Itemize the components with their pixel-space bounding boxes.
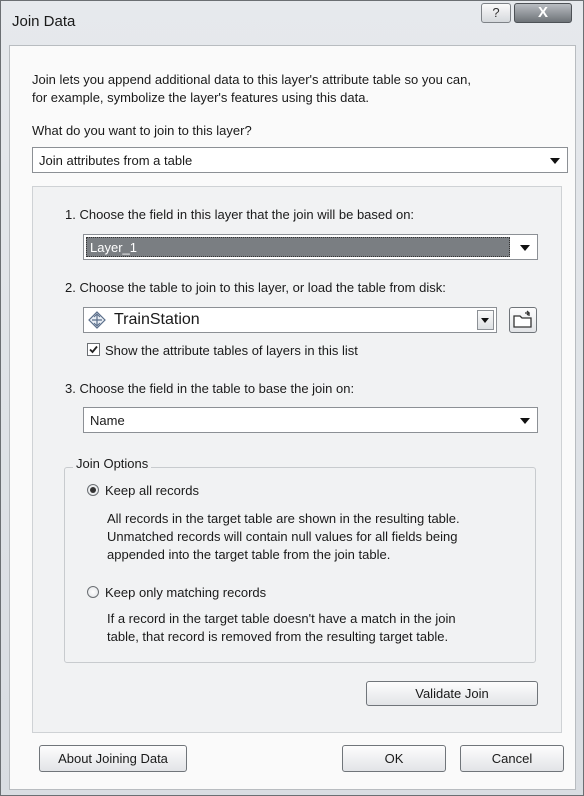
keep-all-radio[interactable] — [87, 484, 99, 496]
show-tables-checkbox[interactable] — [87, 343, 100, 356]
cancel-button[interactable]: Cancel — [460, 745, 564, 772]
step1-label: 1. Choose the field in this layer that t… — [65, 207, 415, 222]
help-icon: ? — [492, 5, 500, 20]
join-field-dropdown[interactable]: Name — [83, 407, 538, 433]
intro-text-line2: for example, symbolize the layer's featu… — [32, 90, 370, 105]
selected-field-highlight — [86, 237, 510, 257]
chevron-down-icon — [550, 158, 560, 164]
keep-matching-desc-line1: If a record in the target table doesn't … — [107, 611, 456, 626]
validate-join-button[interactable]: Validate Join — [366, 681, 538, 706]
step2-label: 2. Choose the table to join to this laye… — [65, 280, 446, 295]
dialog-title: Join Data — [12, 13, 76, 30]
keep-matching-label[interactable]: Keep only matching records — [105, 585, 266, 600]
intro-text-line1: Join lets you append additional data to … — [32, 72, 471, 87]
keep-matching-radio[interactable] — [87, 586, 99, 598]
open-folder-icon — [513, 310, 532, 328]
join-options-title: Join Options — [73, 456, 152, 471]
join-table-dropdown[interactable]: TrainStation — [83, 307, 497, 333]
about-joining-data-button[interactable]: About Joining Data — [39, 745, 187, 772]
step3-label: 3. Choose the field in the table to base… — [65, 381, 355, 396]
layer-field-value: Layer_1 — [90, 240, 137, 255]
checkmark-icon — [89, 345, 98, 354]
join-table-value: TrainStation — [114, 311, 200, 328]
help-button[interactable]: ? — [481, 3, 511, 23]
join-type-dropdown[interactable]: Join attributes from a table — [32, 147, 568, 173]
join-question-label: What do you want to join to this layer? — [32, 123, 252, 138]
table-icon — [87, 310, 107, 335]
close-button[interactable]: X — [514, 3, 572, 23]
chevron-down-icon — [520, 245, 530, 251]
layer-field-dropdown[interactable]: Layer_1 — [83, 234, 538, 260]
title-bar[interactable]: Join Data ? X — [1, 1, 583, 45]
keep-all-desc-line3: appended into the target table from the … — [107, 547, 391, 562]
close-icon: X — [537, 4, 548, 21]
keep-matching-desc-line2: table, that record is removed from the r… — [107, 629, 449, 644]
join-field-value: Name — [90, 413, 125, 428]
browse-table-button[interactable] — [509, 307, 537, 333]
chevron-down-icon — [520, 418, 530, 424]
ok-button[interactable]: OK — [342, 745, 446, 772]
keep-all-desc-line2: Unmatched records will contain null valu… — [107, 529, 458, 544]
join-type-value: Join attributes from a table — [39, 153, 193, 168]
chevron-down-icon — [481, 318, 489, 323]
keep-all-label[interactable]: Keep all records — [105, 483, 199, 498]
join-data-dialog: Join Data ? X Join lets you append addit… — [0, 0, 584, 796]
dropdown-button[interactable] — [477, 310, 494, 330]
show-tables-label[interactable]: Show the attribute tables of layers in t… — [105, 343, 358, 358]
keep-all-desc-line1: All records in the target table are show… — [107, 511, 460, 526]
